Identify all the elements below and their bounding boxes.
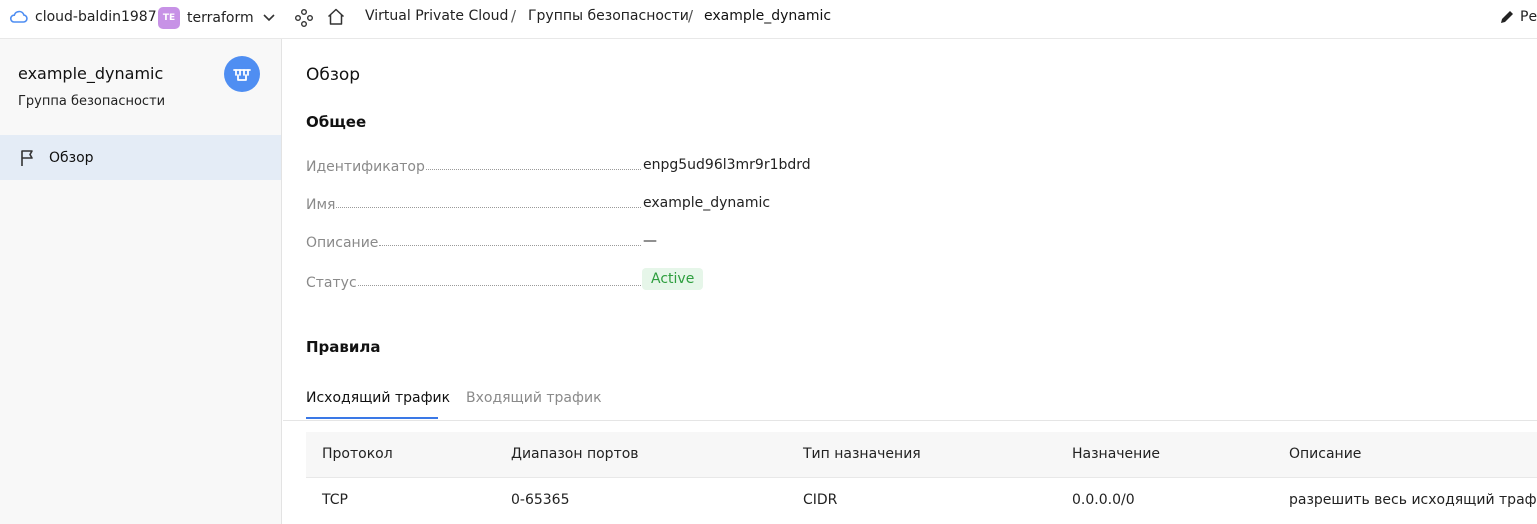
sidebar-item-overview[interactable]: Обзор (0, 135, 281, 180)
table-cell: CIDR (803, 492, 838, 508)
home-icon[interactable] (326, 7, 346, 27)
table-header: Протокол Диапазон портов Тип назначения … (306, 432, 1537, 478)
property-value-description: — (643, 233, 657, 249)
property-row: Имя example_dynamic (306, 191, 1006, 213)
cloud-name: cloud-baldin1987 (35, 9, 157, 25)
resource-title: example_dynamic (18, 64, 164, 83)
table-cell: разрешить весь исходящий трафик (1289, 492, 1537, 508)
property-key: Идентификатор (306, 159, 425, 175)
dotted-leader (379, 245, 642, 246)
table-row[interactable]: TCP 0-65365 CIDR 0.0.0.0/0 разрешить вес… (306, 478, 1537, 524)
rules-tabs: Исходящий трафик Входящий трафик (283, 380, 1537, 421)
edit-label: Ре (1520, 9, 1537, 25)
breadcrumb-security-groups[interactable]: Группы безопасности (528, 8, 689, 24)
table-cell: 0-65365 (511, 492, 570, 508)
property-value-id[interactable]: enpg5ud96l3mr9r1bdrd (643, 157, 811, 173)
property-key: Описание (306, 235, 379, 251)
property-row: Идентификатор enpg5ud96l3mr9r1bdrd (306, 153, 1006, 175)
folder-name: terraform (187, 10, 254, 26)
breadcrumb-separator: / (511, 7, 517, 25)
active-tab-indicator (306, 417, 438, 419)
property-key: Статус (306, 275, 357, 291)
sidebar-item-label: Обзор (49, 149, 94, 166)
breadcrumb-current: example_dynamic (704, 8, 832, 24)
edit-button[interactable]: Ре (1499, 9, 1537, 25)
tab-egress[interactable]: Исходящий трафик (306, 390, 450, 406)
top-bar: cloud-baldin1987 TE terraform Virtual Pr… (0, 0, 1537, 39)
dotted-leader (336, 207, 642, 208)
cloud-selector[interactable]: cloud-baldin1987 (9, 9, 157, 25)
status-badge: Active (642, 268, 704, 290)
security-group-icon (232, 65, 252, 83)
tab-ingress[interactable]: Входящий трафик (466, 390, 602, 406)
column-header: Назначение (1072, 446, 1161, 462)
column-header: Диапазон портов (511, 446, 639, 462)
breadcrumb-separator: / (688, 7, 694, 25)
column-header: Тип назначения (803, 446, 921, 462)
table-cell: TCP (322, 492, 348, 508)
services-icon[interactable] (294, 8, 314, 28)
property-value-name: example_dynamic (643, 195, 771, 211)
section-title-rules: Правила (306, 338, 381, 356)
section-title-general: Общее (306, 113, 367, 131)
flag-icon (18, 148, 38, 168)
main-content: Обзор Общее Идентификатор enpg5ud96l3mr9… (283, 40, 1537, 524)
page-title: Обзор (306, 65, 361, 85)
property-key: Имя (306, 197, 336, 213)
sidebar: example_dynamic Группа безопасности Обзо… (0, 39, 282, 524)
chevron-down-icon (263, 14, 275, 22)
dotted-leader (357, 285, 641, 286)
column-header: Описание (1289, 446, 1362, 462)
breadcrumb-vpc[interactable]: Virtual Private Cloud (365, 8, 508, 24)
pencil-icon (1499, 9, 1515, 25)
table-cell: 0.0.0.0/0 (1072, 492, 1135, 508)
cloud-icon (9, 9, 29, 25)
resource-type: Группа безопасности (18, 94, 166, 109)
security-group-avatar (224, 56, 260, 92)
property-row: Статус Active (306, 268, 1006, 291)
folder-badge: TE (158, 7, 180, 29)
dotted-leader (425, 169, 641, 170)
column-header: Протокол (322, 446, 393, 462)
property-row: Описание — (306, 229, 1006, 251)
folder-selector[interactable]: TE terraform (158, 7, 275, 29)
